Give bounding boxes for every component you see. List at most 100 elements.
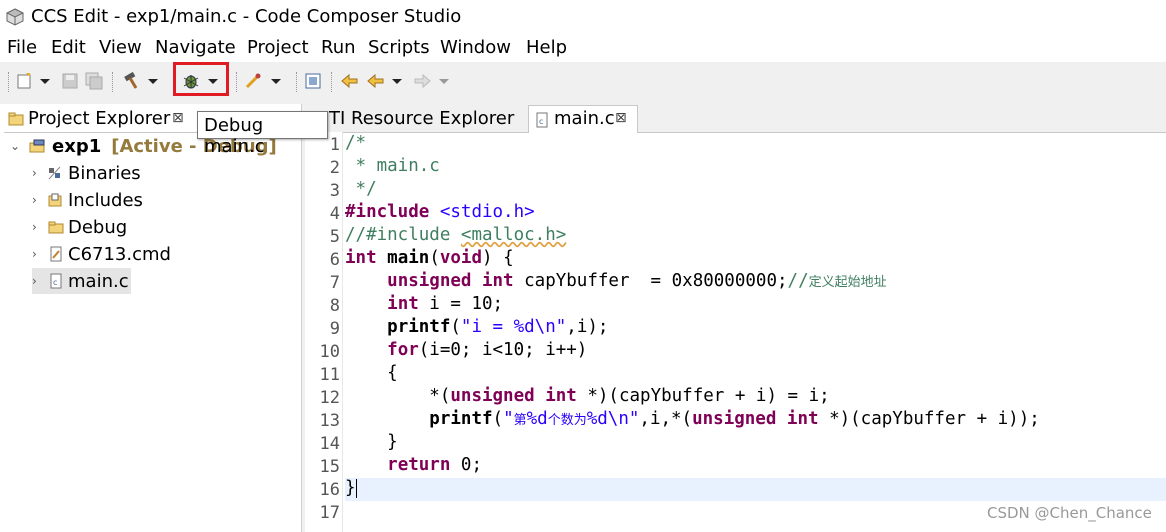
chevron-down-icon[interactable]: ⌄ [10,139,24,153]
line-number: 3 [329,181,340,201]
tab-ti-resource-explorer[interactable]: TI Resource Explorer [305,106,525,132]
terminal-icon [305,73,321,89]
toolbar-separator [112,72,114,92]
forward-button[interactable] [413,70,451,92]
toolbar-separator [8,72,10,92]
svg-text:c: c [53,278,57,287]
code-line: unsigned int capYbuffer = 0x80000000;//定… [387,271,887,291]
forward-icon [414,73,449,89]
menu-window[interactable]: Window [440,37,511,58]
last-edit-button[interactable] [340,70,360,92]
tab-main-c[interactable]: c main.c ⊠ [528,105,638,133]
line-number: 12 [319,388,340,408]
flash-button[interactable] [244,70,284,92]
line-number: 17 [319,503,340,523]
code-line: * main.c [345,156,440,176]
new-icon [17,73,50,89]
code-line: #include <stdio.h> [345,202,535,222]
build-hammer-icon [124,72,158,89]
code-line: return 0; [387,455,482,475]
project-name: exp1 [52,135,102,157]
menu-edit[interactable]: Edit [51,37,86,58]
new-button[interactable] [16,70,50,92]
chevron-right-icon[interactable]: › [32,193,46,207]
menu-scripts[interactable]: Scripts [368,37,430,58]
line-number: 2 [329,158,340,178]
line-number: 4 [329,204,340,224]
tab-label: main.c [554,108,615,129]
tree-item-binaries[interactable]: › Binaries [32,160,141,186]
project-explorer-panel: Project Explorer ⊠ ⌄ exp1 [Active - Debu… [0,104,302,532]
tree-item-label: C6713.cmd [68,243,171,265]
terminal-button[interactable] [304,70,322,92]
line-number: 15 [319,457,340,477]
chevron-right-icon[interactable]: › [32,247,46,261]
back-button[interactable] [366,70,404,92]
debug-tooltip: Debug main.c [197,111,328,157]
close-icon[interactable]: ⊠ [172,110,184,126]
folder-icon [8,112,24,126]
code-line: int main(void) { [345,248,514,268]
line-number: 16 [319,480,340,500]
code-line: for(i=0; i<10; i++) [387,340,588,360]
last-edit-icon [341,73,358,89]
menu-run[interactable]: Run [321,37,356,58]
save-all-button[interactable] [85,70,103,92]
build-button[interactable] [122,70,160,92]
debug-button-highlight [173,62,229,96]
save-button[interactable] [62,70,78,92]
window-title: CCS Edit - exp1/main.c - Code Composer S… [31,6,462,27]
ccs-app-icon [6,8,24,26]
menu-project[interactable]: Project [247,37,309,58]
back-icon [367,73,402,89]
menu-view[interactable]: View [99,37,142,58]
chevron-right-icon[interactable]: › [32,220,46,234]
tree-item-debug[interactable]: › Debug [32,214,127,240]
includes-icon [48,193,62,207]
code-line: printf("i = %d\n",i); [387,317,609,337]
toolbar-separator [296,72,298,92]
watermark: CSDN @Chen_Chance [987,504,1152,522]
cmd-file-icon [50,246,62,262]
tree-item-main-c[interactable]: › c main.c [32,268,131,294]
tree-item-label: Includes [68,189,143,211]
tree-item-c6713-cmd[interactable]: › C6713.cmd [32,241,171,267]
code-line: printf("第%d个数为%d\n",i,*(unsigned int *)(… [429,409,1040,429]
chevron-right-icon[interactable]: › [32,166,46,180]
tree-item-label: Binaries [68,162,141,184]
menu-bar: File Edit View Navigate Project Run Scri… [0,34,1166,62]
project-icon [29,139,45,153]
current-line-highlight [345,478,1166,501]
tree-item-includes[interactable]: › Includes [32,187,143,213]
code-line: } [345,478,357,498]
line-number: 5 [329,227,340,247]
line-number: 8 [329,296,340,316]
editor-area: TI Resource Explorer c main.c ⊠ 1 2 3 4 … [305,104,1166,532]
code-line: { [387,363,398,383]
project-explorer-label: Project Explorer [28,108,171,129]
code-line: int i = 10; [387,294,504,314]
c-file-icon: c [536,112,548,128]
menu-file[interactable]: File [7,37,37,58]
toolbar-separator [331,72,333,92]
menu-help[interactable]: Help [526,37,567,58]
line-number-gutter: 1 2 3 4 5 6 7 8 9 10 11 12 13 14 15 16 1… [305,132,343,532]
line-number: 11 [319,365,340,385]
menu-navigate[interactable]: Navigate [155,37,236,58]
chevron-right-icon[interactable]: › [32,274,46,288]
code-line: /* [345,133,367,153]
line-number: 10 [319,342,340,362]
binaries-icon [48,166,61,180]
line-number: 13 [319,411,340,431]
code-line: *(unsigned int *)(capYbuffer + i) = i; [429,386,830,406]
code-line: //#include <malloc.h> [345,225,567,245]
save-all-icon [85,72,103,90]
title-bar: CCS Edit - exp1/main.c - Code Composer S… [0,0,1166,34]
line-number: 14 [319,434,340,454]
line-number: 6 [329,250,340,270]
code-line: } [387,432,398,452]
line-number: 9 [329,319,340,339]
c-file-icon: c [50,273,62,289]
flash-icon [245,73,281,89]
close-icon[interactable]: ⊠ [615,110,627,126]
